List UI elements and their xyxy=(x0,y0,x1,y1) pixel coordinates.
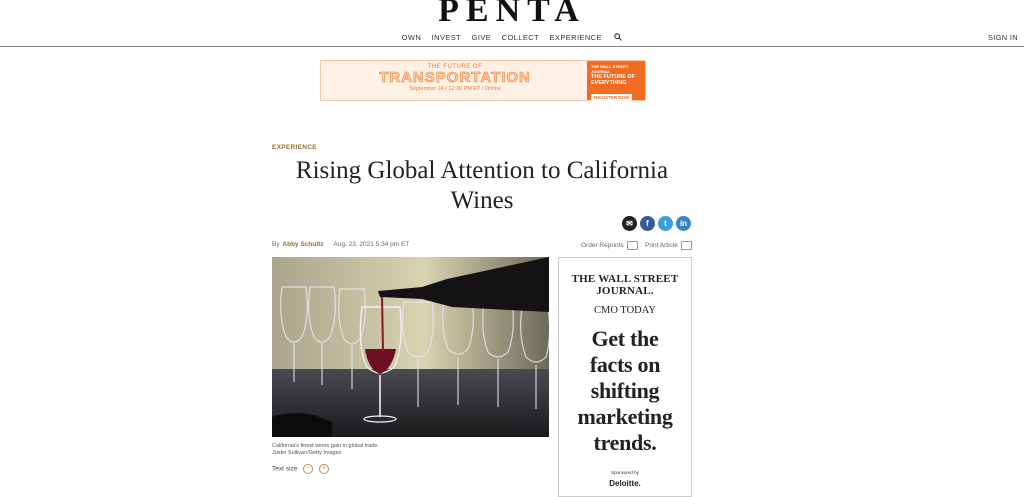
printer-icon xyxy=(680,241,692,250)
email-share-icon[interactable]: ✉ xyxy=(622,216,637,231)
side-ad-line: shifting xyxy=(590,378,660,403)
side-ad-publication: THE WALL STREET JOURNAL. xyxy=(571,273,679,297)
text-size-label: Text size xyxy=(272,465,298,473)
sidebar-ad[interactable]: THE WALL STREET JOURNAL. CMO TODAY Get t… xyxy=(558,257,692,497)
nav-item-invest[interactable]: INVEST xyxy=(432,33,462,42)
side-ad-line: trends. xyxy=(593,430,657,455)
side-ad-line: Get the xyxy=(591,326,659,351)
site-logo[interactable]: PENTA xyxy=(0,0,1024,28)
facebook-share-icon[interactable]: f xyxy=(640,216,655,231)
text-size-control: Text size − + xyxy=(272,464,329,474)
print-article-label: Print Article xyxy=(645,242,678,250)
section-label[interactable]: EXPERIENCE xyxy=(272,144,317,151)
publish-date: Aug. 23, 2021 5:34 pm ET xyxy=(333,241,410,248)
nav-item-give[interactable]: GIVE xyxy=(472,33,492,42)
side-ad-line: marketing xyxy=(577,404,673,429)
nav-item-own[interactable]: OWN xyxy=(402,33,422,42)
text-size-increase-button[interactable]: + xyxy=(318,464,329,474)
reprints-icon xyxy=(626,241,638,250)
linkedin-share-icon[interactable]: in xyxy=(676,216,691,231)
sign-in-link[interactable]: SIGN IN xyxy=(988,33,1018,42)
byline: By Abby Schultz Aug. 23, 2021 5:34 pm ET xyxy=(272,241,409,248)
ad-right-bold: THE FUTURE OF EVERYTHING xyxy=(591,74,635,86)
ad-date: September 24 / 12:30 PM ET / Online xyxy=(409,86,501,92)
order-reprints-link[interactable]: Order Reprints xyxy=(581,241,638,250)
ad-right-panel: THE WALL STREET JOURNAL THE FUTURE OF EV… xyxy=(587,61,645,109)
side-ad-sponsor-logo: Deloitte. xyxy=(609,479,641,488)
main-nav: OWN INVEST GIVE COLLECT EXPERIENCE xyxy=(0,33,1024,43)
author-link[interactable]: Abby Schultz xyxy=(282,241,323,248)
ad-fine-print: Complimentary Events xyxy=(591,105,627,109)
nav-item-experience[interactable]: EXPERIENCE xyxy=(550,33,602,42)
ad-register-button[interactable]: REGISTER NOW xyxy=(591,94,633,101)
caption-text: California's finest wines gain in global… xyxy=(272,443,379,449)
side-ad-subtitle: CMO TODAY xyxy=(594,305,656,316)
nav-item-collect[interactable]: COLLECT xyxy=(502,33,539,42)
ad-left-panel: THE FUTURE OF TRANSPORTATION September 2… xyxy=(321,61,589,100)
order-reprints-label: Order Reprints xyxy=(581,242,624,250)
ad-right-small: THE WALL STREET JOURNAL xyxy=(591,64,629,74)
article-headline: Rising Global Attention to California Wi… xyxy=(295,157,669,214)
twitter-share-icon[interactable]: t xyxy=(658,216,673,231)
ad-title: TRANSPORTATION xyxy=(379,69,531,86)
article-photo xyxy=(272,257,549,437)
search-icon[interactable] xyxy=(614,33,623,43)
top-ad-banner[interactable]: THE FUTURE OF TRANSPORTATION September 2… xyxy=(320,60,646,109)
byline-prefix: By xyxy=(272,241,280,248)
side-ad-line: facts on xyxy=(589,352,661,377)
side-ad-sponsored-label: Sponsored by xyxy=(611,470,639,475)
photo-caption: California's finest wines gain in global… xyxy=(272,443,379,457)
header-divider xyxy=(0,46,1024,47)
text-size-decrease-button[interactable]: − xyxy=(303,464,314,474)
side-ad-headline: Get the facts on shifting marketing tren… xyxy=(559,326,691,456)
print-article-link[interactable]: Print Article xyxy=(645,241,692,250)
photo-credit: Justin Sullivan/Getty Images xyxy=(272,450,342,456)
